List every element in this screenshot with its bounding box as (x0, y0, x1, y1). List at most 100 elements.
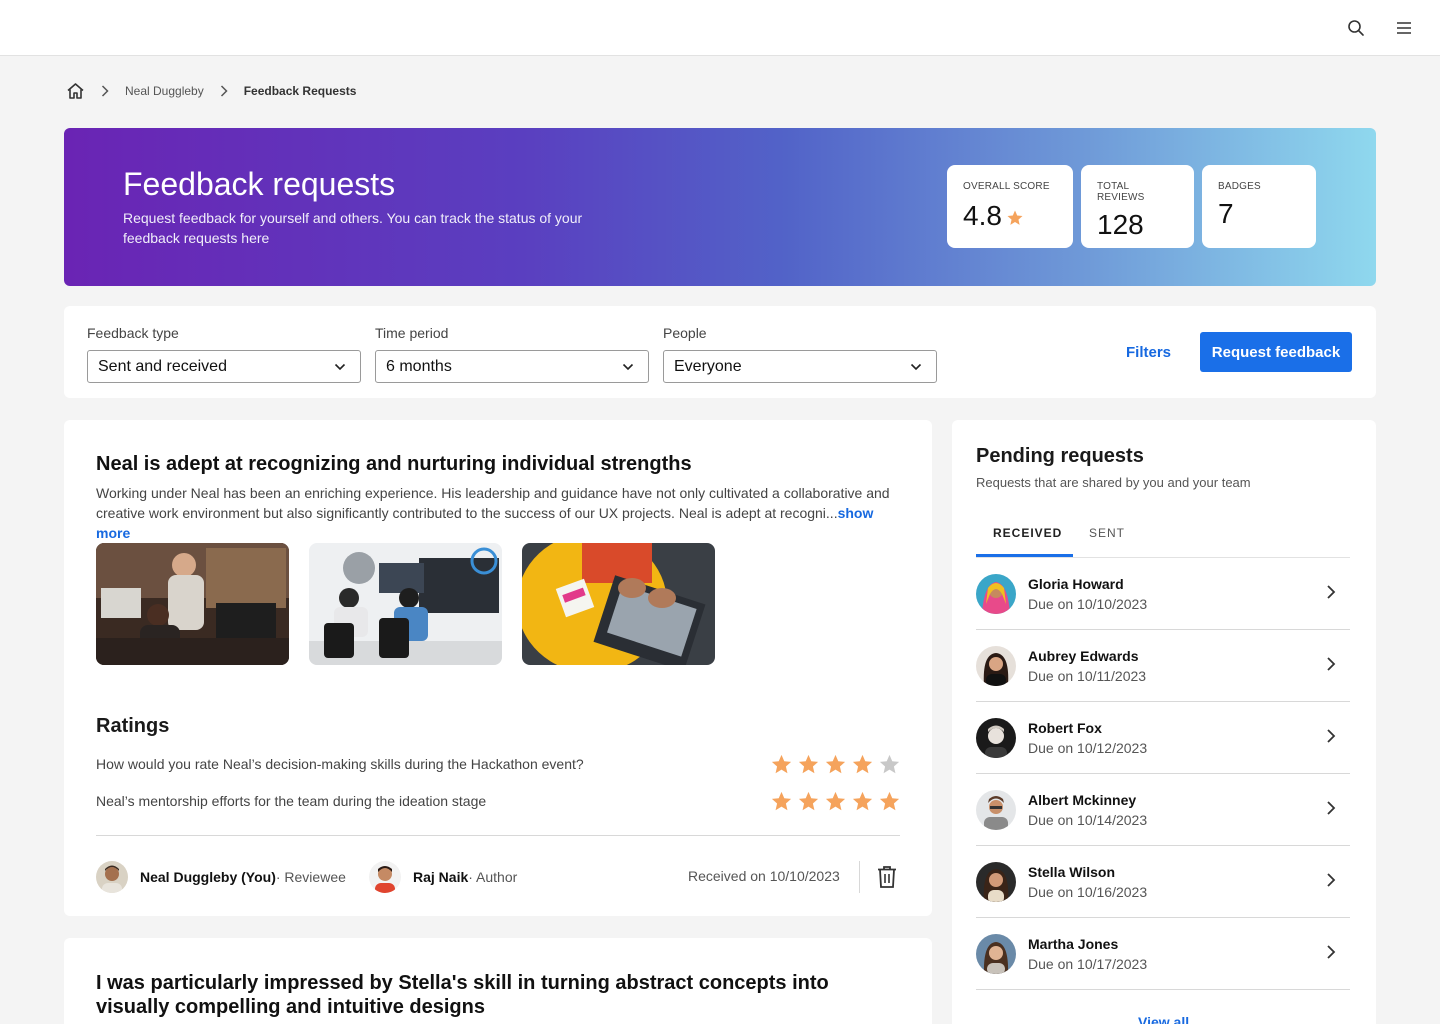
star-icon (851, 790, 874, 818)
rating-question: Neal’s mentorship efforts for the team d… (96, 793, 487, 809)
page-subtitle: Request feedback for yourself and others… (123, 210, 583, 246)
rating-stars (770, 790, 901, 818)
breadcrumb-item-current: Feedback Requests (243, 84, 357, 98)
select-value: Sent and received (98, 357, 227, 375)
chevron-right-icon (1326, 728, 1336, 749)
pending-request-row[interactable]: Albert Mckinney Due on 10/14/2023 (976, 774, 1350, 846)
stat-label: BADGES (1218, 181, 1261, 192)
reviewee-role: · Reviewee (275, 869, 346, 885)
tab-received[interactable]: RECEIVED (993, 526, 1062, 540)
avatar (96, 861, 128, 893)
pending-requests-panel: Pending requests Requests that are share… (952, 420, 1376, 1024)
chevron-right-icon (101, 85, 109, 97)
pending-request-row[interactable]: Aubrey Edwards Due on 10/11/2023 (976, 630, 1350, 702)
avatar (369, 861, 401, 893)
stat-total-reviews: TOTAL REVIEWS 128 (1081, 165, 1194, 248)
feedback-photo-coding[interactable] (309, 543, 502, 665)
chevron-right-icon (1326, 944, 1336, 965)
chevron-right-icon (1326, 584, 1336, 605)
filter-label: People (663, 325, 707, 341)
active-tab-indicator (976, 554, 1073, 557)
avatar (976, 646, 1016, 686)
avatar (976, 574, 1016, 614)
author: Raj Naik · Author (369, 861, 517, 893)
avatar (976, 862, 1016, 902)
filters-link[interactable]: Filters (1126, 344, 1171, 361)
select-value: Everyone (674, 357, 742, 375)
tab-sent[interactable]: SENT (1089, 526, 1125, 540)
hero-banner: Feedback requests Request feedback for y… (64, 128, 1376, 286)
avatar (976, 934, 1016, 974)
avatar (976, 790, 1016, 830)
time-period-select[interactable]: 6 months (375, 350, 649, 383)
feedback-type-filter: Feedback type Sent and received (87, 325, 361, 383)
stat-label: TOTAL REVIEWS (1097, 181, 1145, 203)
stat-label: OVERALL SCORE (963, 181, 1050, 192)
feedback-text: Working under Neal has been an enriching… (96, 485, 890, 521)
reviewee-name[interactable]: Neal Duggleby (You) (140, 869, 276, 885)
author-role: · Author (468, 869, 518, 885)
trash-icon[interactable] (876, 865, 898, 894)
pending-tabs: RECEIVED SENT (976, 516, 1350, 558)
author-name[interactable]: Raj Naik (413, 869, 468, 885)
ratings-title: Ratings (96, 715, 170, 737)
star-icon (770, 790, 793, 818)
select-value: 6 months (386, 357, 452, 375)
due-date: Due on 10/10/2023 (1028, 596, 1148, 612)
filter-bar: Feedback type Sent and received Time per… (64, 306, 1376, 398)
people-select[interactable]: Everyone (663, 350, 937, 383)
chevron-down-icon (334, 358, 346, 376)
breadcrumb-item-neal[interactable]: Neal Duggleby (125, 84, 204, 98)
breadcrumb: Neal Duggleby Feedback Requests (66, 82, 356, 100)
star-icon (1006, 202, 1024, 234)
star-icon (824, 753, 847, 781)
star-icon (878, 790, 901, 818)
feedback-card: Neal is adept at recognizing and nurturi… (64, 420, 932, 916)
star-icon (797, 790, 820, 818)
due-date: Due on 10/14/2023 (1028, 812, 1148, 828)
search-icon[interactable] (1344, 16, 1368, 40)
pending-request-row[interactable]: Robert Fox Due on 10/12/2023 (976, 702, 1350, 774)
due-date: Due on 10/11/2023 (1028, 668, 1147, 684)
star-icon (878, 753, 901, 781)
received-date: Received on 10/10/2023 (688, 868, 840, 884)
page-title: Feedback requests (123, 166, 396, 202)
star-icon (797, 753, 820, 781)
due-date: Due on 10/16/2023 (1028, 884, 1148, 900)
pending-request-row[interactable]: Martha Jones Due on 10/17/2023 (976, 918, 1350, 990)
requester-name: Albert Mckinney (1028, 792, 1137, 808)
pending-request-row[interactable]: Stella Wilson Due on 10/16/2023 (976, 846, 1350, 918)
chevron-right-icon (1326, 800, 1336, 821)
chevron-right-icon (1326, 656, 1336, 677)
people-filter: People Everyone (663, 325, 937, 383)
due-date: Due on 10/12/2023 (1028, 740, 1148, 756)
top-bar (0, 0, 1440, 56)
chevron-right-icon (1326, 872, 1336, 893)
request-feedback-button[interactable]: Request feedback (1200, 332, 1352, 372)
stat-value: 4.8 (963, 200, 1002, 231)
feedback-card: I was particularly impressed by Stella's… (64, 938, 932, 1024)
home-icon[interactable] (66, 82, 85, 100)
star-icon (824, 790, 847, 818)
filter-label: Time period (375, 325, 449, 341)
view-all-link[interactable]: View all (1138, 1014, 1189, 1024)
feedback-photo-laptop[interactable] (522, 543, 715, 665)
pending-request-row[interactable]: Gloria Howard Due on 10/10/2023 (976, 558, 1350, 630)
feedback-title: I was particularly impressed by Stella's… (96, 972, 829, 1018)
requester-name: Gloria Howard (1028, 576, 1124, 592)
stat-overall-score: OVERALL SCORE 4.8 (947, 165, 1073, 248)
feedback-photo-office[interactable] (96, 543, 289, 665)
menu-icon[interactable] (1392, 16, 1416, 40)
stat-value: 128 (1097, 209, 1144, 240)
rating-question: How would you rate Neal’s decision-makin… (96, 756, 584, 772)
feedback-title: Neal is adept at recognizing and nurturi… (96, 453, 692, 475)
requester-name: Martha Jones (1028, 936, 1119, 952)
due-date: Due on 10/17/2023 (1028, 956, 1148, 972)
star-icon (770, 753, 793, 781)
requester-name: Stella Wilson (1028, 864, 1116, 880)
filter-label: Feedback type (87, 325, 179, 341)
requester-name: Robert Fox (1028, 720, 1102, 736)
time-period-filter: Time period 6 months (375, 325, 649, 383)
feedback-type-select[interactable]: Sent and received (87, 350, 361, 383)
requester-name: Aubrey Edwards (1028, 648, 1139, 664)
